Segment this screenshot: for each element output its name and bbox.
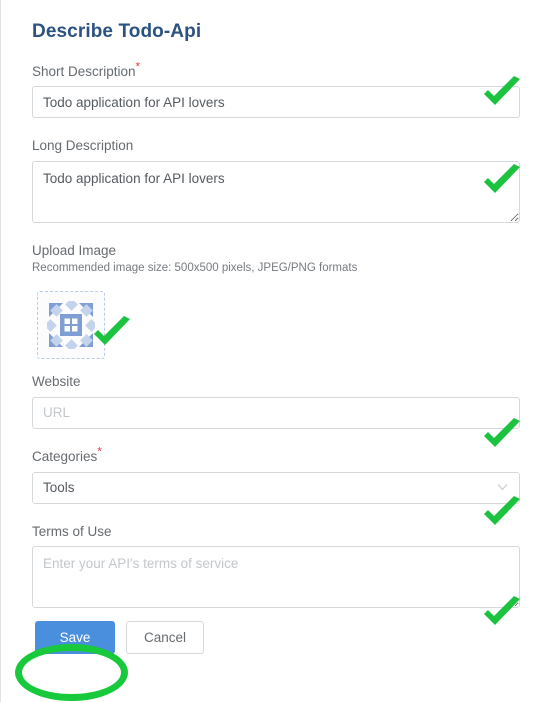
long-description-textarea[interactable] bbox=[32, 160, 520, 223]
website-input[interactable] bbox=[32, 396, 520, 429]
upload-image-hint: Recommended image size: 500x500 pixels, … bbox=[32, 262, 358, 275]
short-description-label: Short Description* bbox=[32, 60, 532, 81]
required-asterisk: * bbox=[97, 444, 102, 459]
required-asterisk: * bbox=[135, 59, 141, 74]
form-actions: Save Cancel bbox=[32, 621, 532, 655]
terms-of-use-label-text: Terms of Use bbox=[32, 523, 112, 539]
upload-image-label-text: Upload Image bbox=[32, 242, 117, 258]
field-long-description: Long Description bbox=[32, 137, 532, 223]
identicon-thumbnail-icon bbox=[47, 301, 95, 350]
describe-api-form-page: Describe Todo-Api Short Description* Lon… bbox=[0, 0, 559, 702]
website-label-text: Website bbox=[32, 374, 81, 390]
website-label: Website bbox=[32, 373, 532, 391]
image-upload-dropzone[interactable] bbox=[37, 291, 105, 360]
upload-image-row bbox=[32, 291, 532, 360]
categories-label: Categories* bbox=[32, 445, 532, 466]
cancel-button[interactable]: Cancel bbox=[126, 621, 204, 655]
page-title: Describe Todo-Api bbox=[32, 21, 202, 42]
field-upload-image: Upload Image Recommended image size: 500… bbox=[32, 242, 532, 360]
long-description-label-text: Long Description bbox=[32, 138, 134, 154]
upload-image-label: Upload Image bbox=[32, 242, 532, 260]
short-description-input[interactable] bbox=[32, 86, 520, 119]
categories-select[interactable]: Tools bbox=[32, 471, 520, 504]
form-container: Describe Todo-Api Short Description* Lon… bbox=[32, 0, 532, 655]
field-terms-of-use: Terms of Use bbox=[32, 523, 532, 609]
field-website: Website bbox=[32, 373, 532, 429]
save-button[interactable]: Save bbox=[35, 621, 115, 655]
terms-of-use-label: Terms of Use bbox=[32, 523, 532, 541]
long-description-label: Long Description bbox=[32, 137, 532, 155]
field-categories: Categories* Tools bbox=[32, 445, 532, 504]
categories-select-wrapper: Tools bbox=[32, 471, 520, 504]
field-short-description: Short Description* bbox=[32, 60, 532, 119]
terms-of-use-textarea[interactable] bbox=[32, 546, 520, 609]
categories-label-text: Categories bbox=[32, 448, 98, 464]
short-description-label-text: Short Description bbox=[32, 63, 136, 79]
